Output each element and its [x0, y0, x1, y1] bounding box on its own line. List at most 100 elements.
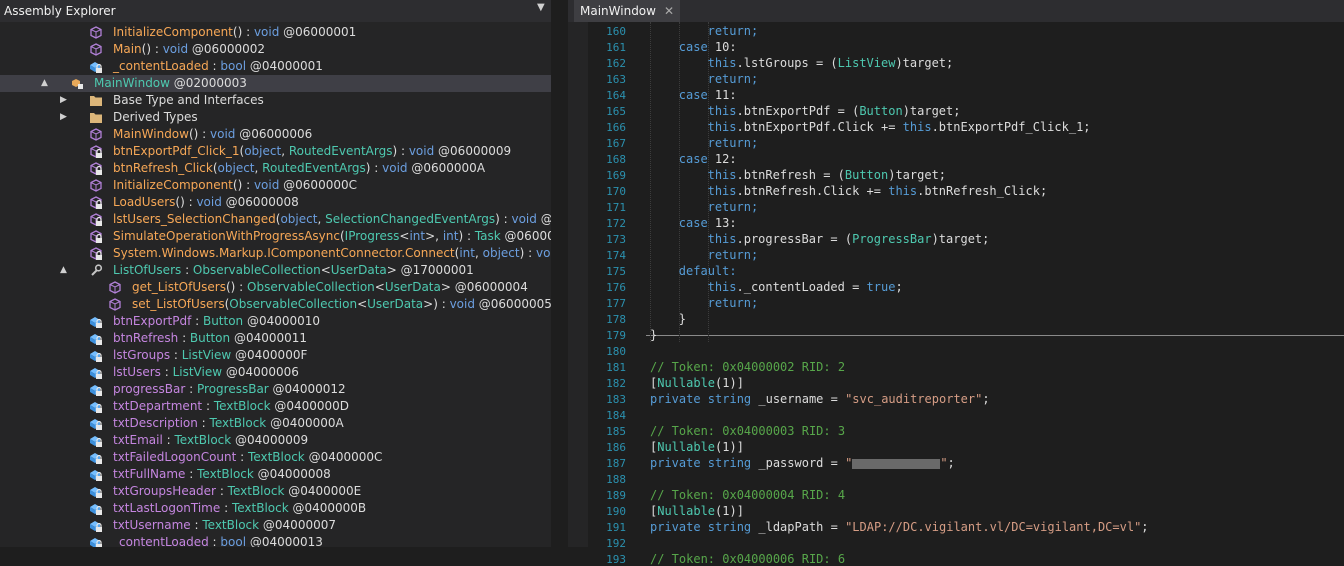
tree-item[interactable]: txtDepartment : TextBlock @0400000D [0, 398, 551, 415]
method-private-icon [89, 230, 103, 243]
expand-arrow-icon[interactable]: ▶ [60, 109, 70, 126]
code-token: ._contentLoaded = [736, 280, 867, 294]
line-number: 184 [606, 409, 626, 422]
tree-item[interactable]: txtLastLogonTime : TextBlock @0400000B [0, 500, 551, 517]
tree-item[interactable]: btnExportPdf_Click_1(object, RoutedEvent… [0, 143, 551, 160]
label-segment: @04000011 [230, 331, 308, 345]
label-segment: _contentLoaded [113, 535, 209, 547]
label-segment: void [196, 195, 222, 209]
label-segment: @0400000B [288, 501, 367, 515]
code-line: this._contentLoaded = true; [708, 280, 903, 294]
code-token: )target; [902, 104, 961, 118]
label-segment: ) : [519, 246, 536, 260]
tree-item[interactable]: lstUsers : ListView @04000006 [0, 364, 551, 381]
label-segment: txtGroupsHeader [113, 484, 216, 498]
tree-item[interactable]: ▶ Derived Types [0, 109, 551, 126]
expand-arrow-icon[interactable]: ▶ [60, 92, 70, 109]
tree-item[interactable]: txtGroupsHeader : TextBlock @0400000E [0, 483, 551, 500]
tree-item-label: set_ListOfUsers(ObservableCollection<Use… [132, 296, 551, 313]
tree-item-label: btnExportPdf_Click_1(object, RoutedEvent… [113, 143, 511, 160]
code-token: .btnExportPdf = ( [736, 104, 860, 118]
tree-item[interactable]: _contentLoaded : bool @04000013 [0, 534, 551, 547]
label-segment: void [253, 25, 280, 39]
dropdown-icon[interactable]: ▼ [537, 2, 545, 13]
label-segment: () : [141, 42, 163, 56]
label-segment: @04000001 [246, 59, 323, 73]
code-token: 12: [714, 152, 737, 166]
code-line: case 11: [679, 88, 737, 102]
label-segment: @06000008 [221, 195, 299, 209]
tab-mainwindow[interactable]: MainWindow ✕ [574, 0, 681, 22]
tree-item[interactable]: MainWindow() : void @06000006 [0, 126, 551, 143]
tree-item-label: btnExportPdf : Button @04000010 [113, 313, 320, 330]
label-segment: < [374, 280, 385, 294]
label-segment: txtFullName [113, 467, 186, 481]
code-token: return; [707, 24, 759, 38]
label-segment: btnRefresh_Click [113, 161, 213, 175]
label-segment: txtDescription [113, 416, 198, 430]
tree-item[interactable]: ▶ Base Type and Interfaces [0, 92, 551, 109]
label-segment: @06000006 [235, 127, 313, 141]
code-token: case [678, 216, 715, 230]
code-token: this [902, 120, 932, 134]
line-number: 185 [606, 425, 626, 438]
label-segment: ListView [181, 348, 232, 362]
label-segment: Button [202, 314, 244, 328]
label-segment: ObservableCollection [192, 263, 321, 277]
code-token: " [940, 456, 948, 470]
tree-item[interactable]: InitializeComponent() : void @06000001 [0, 24, 551, 41]
label-segment: @0600000B [504, 229, 551, 243]
tree-item[interactable]: btnExportPdf : Button @04000010 [0, 313, 551, 330]
code-token: // Token: 0x04000003 RID: 3 [650, 424, 846, 438]
code-line: case 13: [679, 216, 737, 230]
close-tab-icon[interactable]: ✕ [664, 4, 674, 18]
code-line: return; [708, 72, 759, 86]
tree-item[interactable]: txtEmail : TextBlock @04000009 [0, 432, 551, 449]
line-number: 168 [606, 153, 626, 166]
tree-item-label: txtUsername : TextBlock @04000007 [113, 517, 336, 534]
assembly-explorer-panel: Assembly Explorer ▼ × InitializeComponen… [0, 0, 551, 547]
label-segment: lstGroups [113, 348, 171, 362]
tree-item[interactable]: LoadUsers() : void @06000008 [0, 194, 551, 211]
tree-item[interactable]: get_ListOfUsers() : ObservableCollection… [0, 279, 551, 296]
tree-item[interactable]: lstUsers_SelectionChanged(object, Select… [0, 211, 551, 228]
code-view[interactable]: 160 return; 161 case 10: 162 this.lstGroups =… [568, 22, 1344, 566]
tree-item[interactable]: progressBar : ProgressBar @04000012 [0, 381, 551, 398]
tree-item[interactable]: Main() : void @06000002 [0, 41, 551, 58]
line-number: 161 [606, 41, 626, 54]
collapse-arrow-icon[interactable]: ▲ [60, 262, 70, 279]
label-segment: UserData [367, 297, 424, 311]
code-token: return; [707, 200, 759, 214]
label-segment: get_ListOfUsers [132, 280, 226, 294]
label-segment: IProgress [344, 229, 400, 243]
label-segment: void [535, 246, 551, 260]
tree-item[interactable]: System.Windows.Markup.IComponentConnecto… [0, 245, 551, 262]
tree-item[interactable]: SimulateOperationWithProgressAsync(IProg… [0, 228, 551, 245]
tree-item[interactable]: txtFullName : TextBlock @04000008 [0, 466, 551, 483]
tree-item[interactable]: lstGroups : ListView @0400000F [0, 347, 551, 364]
tree-item[interactable]: _contentLoaded : bool @04000001 [0, 58, 551, 75]
code-line: [Nullable(1)] [650, 504, 744, 518]
tree-item[interactable]: txtDescription : TextBlock @0400000A [0, 415, 551, 432]
code-token: .btnRefresh.Click += [736, 184, 889, 198]
tree-item[interactable]: txtUsername : TextBlock @04000007 [0, 517, 551, 534]
tree-item[interactable]: InitializeComponent() : void @0600000C [0, 177, 551, 194]
code-line: return; [708, 296, 759, 310]
tree-item[interactable]: txtFailedLogonCount : TextBlock @0400000… [0, 449, 551, 466]
tree-item[interactable]: ▲ ListOfUsers : ObservableCollection<User… [0, 262, 551, 279]
tree-item[interactable]: btnRefresh : Button @04000011 [0, 330, 551, 347]
label-segment: : [181, 263, 193, 277]
tree-item[interactable]: ▲ MainWindow @02000003 [0, 75, 551, 92]
label-segment: InitializeComponent [113, 178, 233, 192]
line-number: 164 [606, 89, 626, 102]
code-line: // Token: 0x04000006 RID: 6 [650, 552, 845, 566]
indent-guide [707, 22, 709, 342]
code-token: this [707, 120, 737, 134]
code-line: } [679, 312, 686, 326]
collapse-arrow-icon[interactable]: ▲ [41, 75, 51, 92]
method-private-icon [89, 196, 103, 209]
tree-item[interactable]: set_ListOfUsers(ObservableCollection<Use… [0, 296, 551, 313]
field-private-icon [89, 434, 103, 447]
tree-item-label: lstGroups : ListView @0400000F [113, 347, 307, 364]
tree-item[interactable]: btnRefresh_Click(object, RoutedEventArgs… [0, 160, 551, 177]
